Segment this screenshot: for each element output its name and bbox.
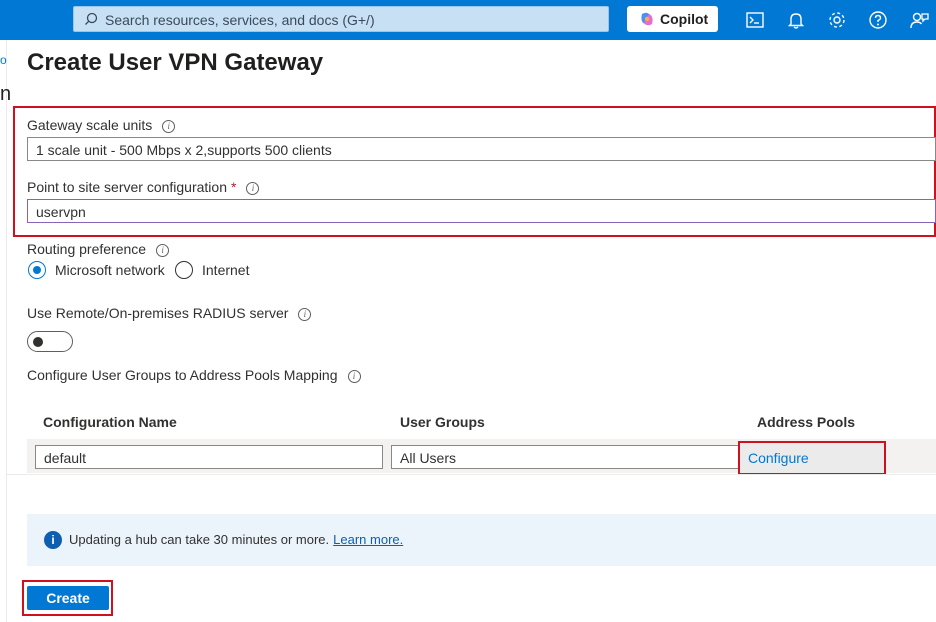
search-placeholder: Search resources, services, and docs (G+… xyxy=(105,12,375,28)
cloud-shell-icon[interactable] xyxy=(745,10,765,30)
background-text-fragment: n xyxy=(0,83,12,105)
highlight-box-create xyxy=(22,580,113,616)
radio-microsoft-network[interactable] xyxy=(28,261,46,279)
search-box[interactable]: Search resources, services, and docs (G+… xyxy=(73,6,609,32)
copilot-logo-icon xyxy=(641,12,653,26)
p2s-config-label: Point to site server configuration * i xyxy=(27,179,260,195)
gear-icon[interactable] xyxy=(827,10,847,30)
feedback-icon[interactable] xyxy=(909,10,929,30)
background-link-fragment: o xyxy=(0,53,7,67)
info-bar: i Updating a hub can take 30 minutes or … xyxy=(27,514,936,566)
gateway-scale-units-select[interactable]: 1 scale unit - 500 Mbps x 2,supports 500… xyxy=(27,137,936,161)
info-circle-icon: i xyxy=(44,531,62,549)
page-title: Create User VPN Gateway xyxy=(27,49,324,76)
section-divider xyxy=(6,474,936,475)
configuration-name-input[interactable]: default xyxy=(35,445,383,469)
radio-label-internet: Internet xyxy=(202,262,250,278)
info-icon[interactable]: i xyxy=(246,182,260,195)
column-header-address-pools: Address Pools xyxy=(757,414,856,430)
highlight-box-configure xyxy=(738,441,886,475)
user-groups-select[interactable]: All Users xyxy=(391,445,739,469)
copilot-button[interactable]: Copilot xyxy=(627,6,718,32)
info-message: Updating a hub can take 30 minutes or mo… xyxy=(69,532,404,547)
info-icon[interactable]: i xyxy=(156,244,170,257)
info-icon[interactable]: i xyxy=(347,370,361,383)
required-marker: * xyxy=(231,179,237,195)
routing-preference-label: Routing preference i xyxy=(27,241,170,257)
info-icon[interactable]: i xyxy=(298,308,312,321)
radius-toggle[interactable] xyxy=(27,331,73,352)
info-icon[interactable]: i xyxy=(162,120,176,133)
radio-internet[interactable] xyxy=(175,261,193,279)
copilot-label: Copilot xyxy=(660,11,709,27)
blade-divider xyxy=(6,40,7,622)
mapping-label: Configure User Groups to Address Pools M… xyxy=(27,367,361,383)
column-header-configuration-name: Configuration Name xyxy=(43,414,177,430)
radius-label: Use Remote/On-premises RADIUS server i xyxy=(27,305,312,321)
search-icon xyxy=(85,12,98,25)
radio-label-microsoft-network: Microsoft network xyxy=(55,262,165,278)
bell-icon[interactable] xyxy=(786,10,806,30)
gateway-scale-units-label: Gateway scale units i xyxy=(27,117,176,133)
top-bar: Search resources, services, and docs (G+… xyxy=(0,0,936,40)
help-icon[interactable] xyxy=(868,10,888,30)
learn-more-link[interactable]: Learn more. xyxy=(333,532,403,547)
column-header-user-groups: User Groups xyxy=(400,414,485,430)
p2s-config-select[interactable]: uservpn xyxy=(27,199,936,223)
